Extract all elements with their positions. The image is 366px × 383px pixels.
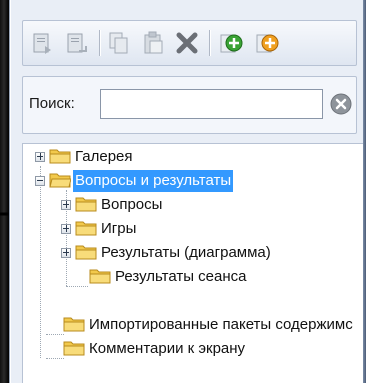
folder-icon	[75, 197, 97, 212]
content-toolbar	[22, 20, 357, 66]
toolbar-separator	[209, 30, 210, 56]
folder-icon	[89, 269, 111, 284]
tree-node-label: Комментарии к экрану	[89, 340, 246, 357]
clear-icon	[330, 93, 352, 115]
tree-node-questions[interactable]: Вопросы	[61, 194, 361, 218]
import-content-icon	[33, 33, 51, 54]
tree-node-label: Результаты сеанса	[115, 268, 247, 285]
add-green-icon	[220, 34, 243, 53]
tree-node-imported-packages[interactable]: Импортированные пакеты содержимс	[49, 314, 366, 338]
tree-node-label: Результаты (диаграмма)	[101, 244, 271, 261]
paste-icon	[144, 31, 163, 54]
search-label: Поиск:	[29, 95, 75, 112]
toolbar-separator	[99, 30, 100, 56]
add-orange-icon	[256, 34, 279, 53]
tree-node-screen-comments[interactable]: Комментарии к экрану	[49, 338, 366, 362]
folder-icon	[63, 341, 85, 356]
folder-icon	[49, 149, 71, 164]
tree-node-questions-results[interactable]: Вопросы и результаты	[35, 170, 355, 194]
tree-node-games[interactable]: Игры	[61, 218, 361, 242]
copy-icon	[109, 32, 128, 54]
tree-node-label: Вопросы	[101, 196, 163, 213]
clear-search-button[interactable]	[330, 93, 352, 115]
expand-icon[interactable]	[61, 248, 71, 258]
expand-icon[interactable]	[35, 152, 45, 162]
content-panel: Поиск: Галерея Вопросы и результаты Вопр…	[9, 0, 366, 383]
tree-node-label: Галерея	[75, 148, 133, 165]
add-green-button[interactable]	[217, 29, 245, 57]
tree-node-label: Импортированные пакеты содержимс	[89, 316, 353, 333]
tree-node-session-results[interactable]: Результаты сеанса	[75, 266, 365, 290]
content-tree: Галерея Вопросы и результаты Вопросы Игр…	[22, 143, 366, 383]
export-content-button[interactable]	[63, 29, 91, 57]
folder-icon	[75, 221, 97, 236]
add-orange-button[interactable]	[253, 29, 281, 57]
delete-button[interactable]	[173, 29, 201, 57]
open-folder-icon	[49, 173, 71, 188]
delete-icon	[176, 32, 198, 54]
tree-node-gallery[interactable]: Галерея	[35, 146, 355, 170]
folder-icon	[75, 245, 97, 260]
import-content-button[interactable]	[29, 29, 57, 57]
copy-button[interactable]	[105, 29, 133, 57]
screenshot-stage: Поиск: Галерея Вопросы и результаты Вопр…	[0, 0, 366, 383]
export-content-icon	[67, 33, 87, 53]
search-input[interactable]	[100, 89, 323, 119]
search-panel: Поиск:	[22, 76, 357, 134]
tree-node-label: Вопросы и результаты	[73, 170, 234, 192]
paste-button[interactable]	[139, 29, 167, 57]
expand-icon[interactable]	[61, 200, 71, 210]
tree-node-label: Игры	[101, 220, 137, 237]
expand-icon[interactable]	[61, 224, 71, 234]
collapse-icon[interactable]	[35, 176, 45, 186]
folder-icon	[63, 317, 85, 332]
tree-connector	[40, 166, 41, 358]
tree-node-results-chart[interactable]: Результаты (диаграмма)	[61, 242, 361, 266]
